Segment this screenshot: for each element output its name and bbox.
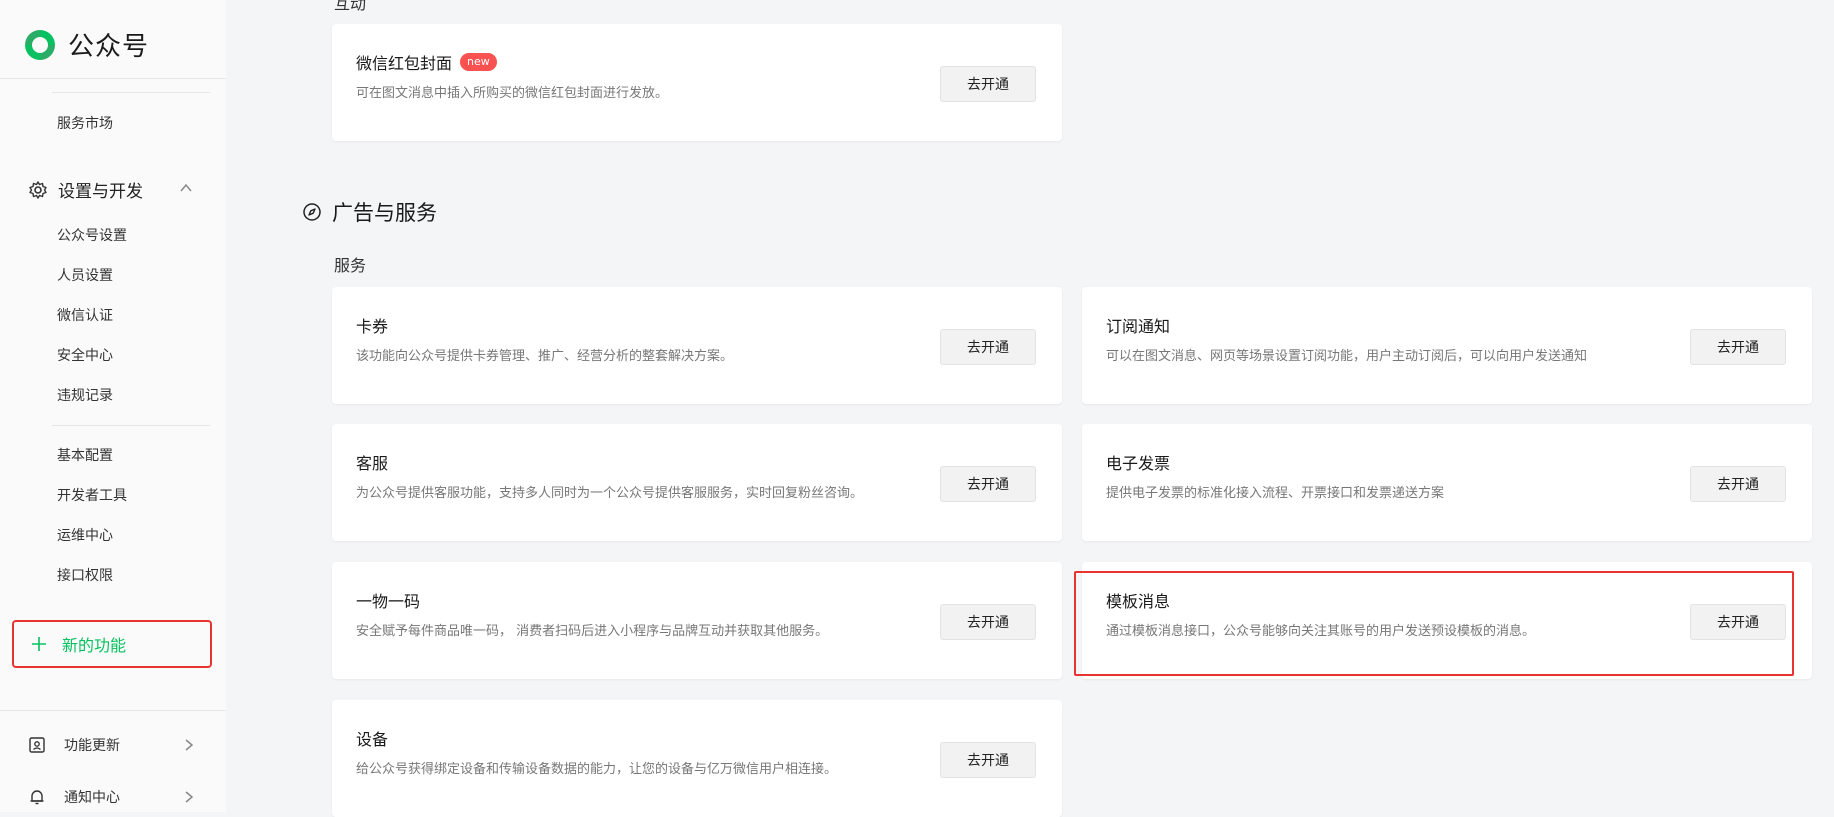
sidebar-item-security-center[interactable]: 安全中心 xyxy=(57,345,113,365)
card-description: 可在图文消息中插入所购买的微信红包封面进行发放。 xyxy=(356,86,669,101)
service-card-coupons: 卡券 该功能向公众号提供卡券管理、推广、经营分析的整套解决方案。 去开通 xyxy=(332,287,1062,404)
gear-icon xyxy=(29,180,47,199)
new-function-label: 新的功能 xyxy=(62,636,127,655)
sidebar-group-label: 设置与开发 xyxy=(58,182,143,202)
plus-icon xyxy=(32,637,46,651)
app-logo[interactable]: 公众号 xyxy=(22,26,149,63)
sidebar-item-basic-config[interactable]: 基本配置 xyxy=(57,445,113,465)
service-card-e-invoice: 电子发票 提供电子发票的标准化接入流程、开票接口和发票递送方案 去开通 xyxy=(1082,424,1812,541)
sidebar-item-dev-tools[interactable]: 开发者工具 xyxy=(57,485,127,505)
sidebar-item-wechat-verify[interactable]: 微信认证 xyxy=(57,305,113,325)
sidebar-group-settings-dev[interactable]: 设置与开发 xyxy=(28,177,143,202)
sidebar-item-violations[interactable]: 违规记录 xyxy=(57,385,113,405)
card-description: 安全赋予每件商品唯一码， 消费者扫码后进入小程序与品牌互动并获取其他服务。 xyxy=(356,624,829,639)
sidebar: 公众号 服务市场 设置与开发 公众号设置 人员设置 微信认证 安全中心 违规记录… xyxy=(0,0,226,812)
new-badge: new xyxy=(460,53,497,71)
section-label-interaction: 互动 xyxy=(334,0,367,13)
chevron-up-icon[interactable] xyxy=(179,181,193,195)
card-title: 设备 xyxy=(356,730,389,749)
sidebar-divider xyxy=(0,78,226,79)
card-title: 一物一码 xyxy=(356,592,421,611)
open-button[interactable]: 去开通 xyxy=(940,742,1036,778)
sidebar-divider xyxy=(52,92,210,93)
sidebar-item-people-settings[interactable]: 人员设置 xyxy=(57,265,113,285)
card-title: 卡券 xyxy=(356,317,389,336)
card-title: 微信红包封面 xyxy=(356,54,453,73)
compass-icon xyxy=(303,203,321,221)
open-button[interactable]: 去开通 xyxy=(1690,466,1786,502)
new-function-button[interactable]: 新的功能 xyxy=(12,620,212,668)
sidebar-item-api-permissions[interactable]: 接口权限 xyxy=(57,565,113,585)
service-card-red-packet-cover: 微信红包封面 new 可在图文消息中插入所购买的微信红包封面进行发放。 去开通 xyxy=(332,24,1062,141)
open-button[interactable]: 去开通 xyxy=(940,329,1036,365)
card-title: 订阅通知 xyxy=(1106,317,1171,336)
card-description: 提供电子发票的标准化接入流程、开票接口和发票递送方案 xyxy=(1106,486,1445,501)
sidebar-divider xyxy=(52,425,210,426)
open-button[interactable]: 去开通 xyxy=(940,466,1036,502)
bell-icon xyxy=(30,790,44,805)
service-card-customer-service: 客服 为公众号提供客服功能，支持多人同时为一个公众号提供客服服务，实时回复粉丝咨… xyxy=(332,424,1062,541)
sidebar-item-feature-updates[interactable]: 功能更新 xyxy=(28,735,120,755)
open-button[interactable]: 去开通 xyxy=(940,66,1036,102)
chevron-right-icon[interactable] xyxy=(182,790,196,804)
annotation-highlight-box xyxy=(1074,571,1794,676)
service-card-one-item-one-code: 一物一码 安全赋予每件商品唯一码， 消费者扫码后进入小程序与品牌互动并获取其他服… xyxy=(332,562,1062,679)
card-description: 可以在图文消息、网页等场景设置订阅功能，用户主动订阅后，可以向用户发送通知 xyxy=(1106,349,1588,364)
card-title: 客服 xyxy=(356,454,389,473)
section-title: 广告与服务 xyxy=(332,201,437,225)
chevron-right-icon[interactable] xyxy=(182,738,196,752)
sidebar-item-notification-center[interactable]: 通知中心 xyxy=(28,787,120,807)
card-description: 该功能向公众号提供卡券管理、推广、经营分析的整套解决方案。 xyxy=(356,349,734,364)
card-description: 给公众号获得绑定设备和传输设备数据的能力，让您的设备与亿万微信用户相连接。 xyxy=(356,762,838,777)
section-header-ads-services: 广告与服务 xyxy=(302,197,437,227)
sidebar-item-account-settings[interactable]: 公众号设置 xyxy=(57,225,127,245)
sidebar-item-label: 功能更新 xyxy=(64,738,120,754)
wechat-mp-logo-icon xyxy=(25,29,55,60)
sidebar-item-service-market[interactable]: 服务市场 xyxy=(57,113,113,133)
sidebar-item-ops-center[interactable]: 运维中心 xyxy=(57,525,113,545)
card-description: 为公众号提供客服功能，支持多人同时为一个公众号提供客服服务，实时回复粉丝咨询。 xyxy=(356,486,864,501)
update-icon xyxy=(29,737,45,753)
service-card-devices: 设备 给公众号获得绑定设备和传输设备数据的能力，让您的设备与亿万微信用户相连接。… xyxy=(332,700,1062,817)
open-button[interactable]: 去开通 xyxy=(1690,329,1786,365)
subsection-label-services: 服务 xyxy=(334,256,367,275)
app-name: 公众号 xyxy=(68,32,150,62)
service-card-subscription-notice: 订阅通知 可以在图文消息、网页等场景设置订阅功能，用户主动订阅后，可以向用户发送… xyxy=(1082,287,1812,404)
sidebar-divider xyxy=(0,710,226,711)
card-title: 电子发票 xyxy=(1106,454,1171,473)
sidebar-item-label: 通知中心 xyxy=(64,790,120,806)
open-button[interactable]: 去开通 xyxy=(940,604,1036,640)
